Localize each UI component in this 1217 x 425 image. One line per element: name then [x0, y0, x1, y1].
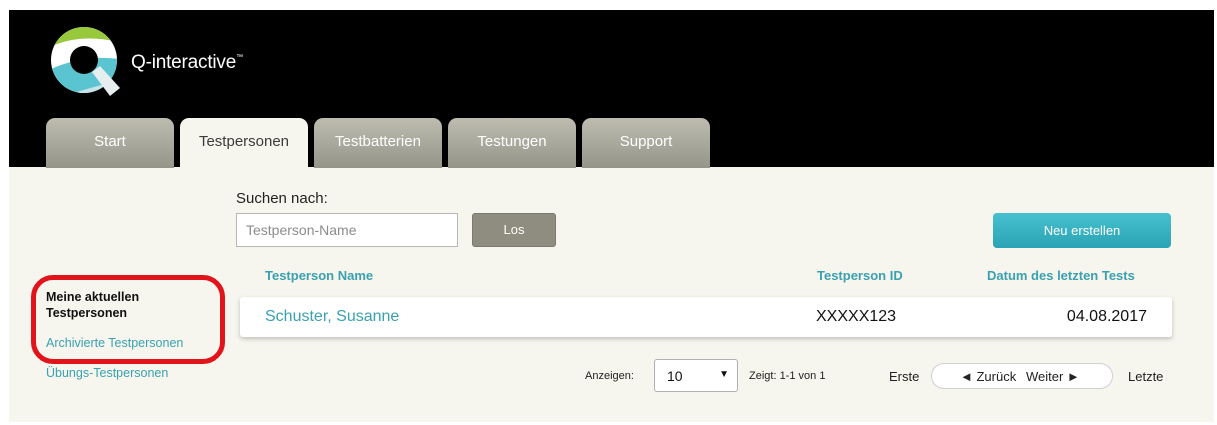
first-page-button[interactable]: Erste [889, 369, 919, 384]
prev-page-button[interactable]: ◄ Zurück [960, 369, 1016, 384]
tab-support[interactable]: Support [582, 118, 710, 168]
pager: ◄ Zurück Weiter ► [931, 363, 1113, 389]
page-size-select[interactable]: 10 ▼ [654, 359, 738, 392]
search-label: Suchen nach: [236, 190, 328, 207]
next-page-button[interactable]: Weiter ► [1026, 369, 1080, 384]
last-test-date: 04.08.2017 [1066, 308, 1147, 325]
brand-name: Q-interactive™ [131, 52, 243, 73]
sidebar-item-practice[interactable]: Übungs-Testpersonen [46, 366, 168, 380]
results-summary: Zeigt: 1-1 von 1 [749, 370, 826, 382]
last-page-button[interactable]: Letzte [1128, 369, 1163, 384]
highlight-annotation [31, 275, 225, 364]
app-window: Q-interactive™ Start Testpersonen Testba… [9, 10, 1214, 422]
header-bar: Q-interactive™ Start Testpersonen Testba… [9, 10, 1214, 170]
new-testperson-button[interactable]: Neu erstellen [993, 213, 1171, 248]
search-button[interactable]: Los [472, 213, 556, 247]
page-size-label: Anzeigen: [585, 370, 634, 382]
q-interactive-logo-icon[interactable] [46, 22, 126, 102]
search-input[interactable] [236, 213, 458, 247]
testperson-name-link[interactable]: Schuster, Susanne [265, 308, 399, 326]
column-header-date[interactable]: Datum des letzten Tests [987, 268, 1135, 283]
column-header-id[interactable]: Testperson ID [817, 268, 903, 283]
column-header-name[interactable]: Testperson Name [265, 268, 373, 283]
tab-testbatterien[interactable]: Testbatterien [314, 118, 442, 168]
chevron-down-icon: ▼ [719, 369, 729, 380]
tab-testpersonen[interactable]: Testpersonen [180, 118, 308, 170]
tab-start[interactable]: Start [46, 118, 174, 168]
page-size-value: 10 [667, 368, 683, 384]
table-row[interactable]: Schuster, Susanne XXXXX123 04.08.2017 [240, 297, 1172, 337]
testperson-id: XXXXX123 [816, 308, 897, 325]
tab-testungen[interactable]: Testungen [448, 118, 576, 168]
